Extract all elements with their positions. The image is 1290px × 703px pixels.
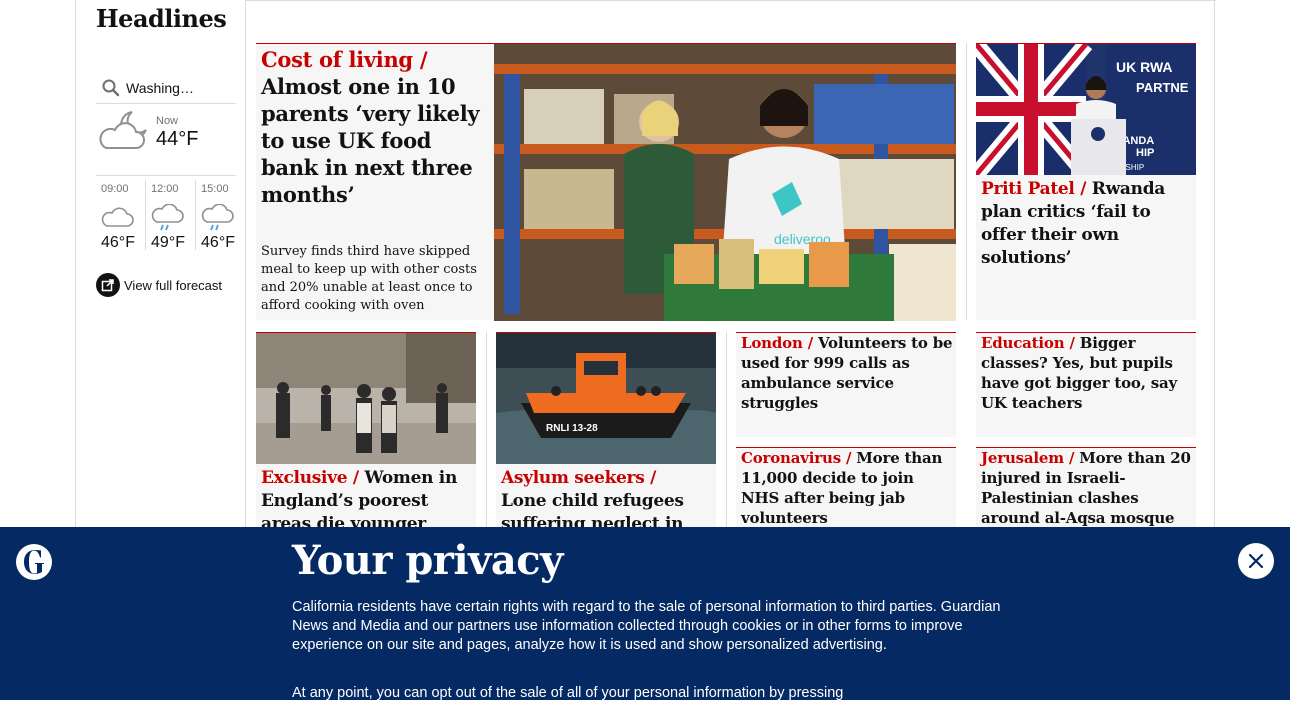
forecast-time: 12:00 bbox=[151, 183, 179, 195]
now-temperature: 44°F bbox=[156, 128, 199, 150]
weather-location-input[interactable]: Washing… bbox=[126, 80, 194, 96]
rain-cloud-icon bbox=[201, 204, 234, 231]
story-image-street[interactable] bbox=[256, 333, 476, 464]
close-icon bbox=[1248, 553, 1264, 569]
forecast-item: 15:00 46°F bbox=[196, 180, 246, 251]
forecast-temp: 46°F bbox=[201, 234, 235, 251]
story-image-lifeboat[interactable]: RNLI 13-28 bbox=[496, 333, 716, 464]
story-kicker: London bbox=[741, 334, 803, 352]
story-kicker: Coronavirus bbox=[741, 449, 841, 467]
story-kicker: Asylum seekers bbox=[501, 468, 645, 488]
main-story-card[interactable]: Cost of living / Almost one in 10 parent… bbox=[256, 43, 956, 321]
partly-cloudy-icon bbox=[99, 111, 147, 149]
cloud-icon bbox=[101, 207, 134, 227]
story-image-priti-patel[interactable]: UK RWA PARTNE UK RWANDA HIP PARTNERSHIP bbox=[976, 44, 1196, 175]
search-icon bbox=[102, 79, 120, 96]
story-headline-coronavirus[interactable]: Coronavirus / More than 11,000 decide to… bbox=[741, 448, 953, 528]
story-headline-london[interactable]: London / Volunteers to be used for 999 c… bbox=[741, 333, 953, 413]
story-kicker: Priti Patel bbox=[981, 179, 1075, 199]
external-link-icon bbox=[96, 273, 120, 297]
main-story-standfirst: Survey finds third have skipped meal to … bbox=[261, 244, 477, 313]
story-card-london[interactable]: London / Volunteers to be used for 999 c… bbox=[736, 332, 956, 437]
privacy-title: Your privacy bbox=[292, 537, 563, 584]
main-story-headline[interactable]: Cost of living / Almost one in 10 parent… bbox=[261, 46, 489, 208]
weather-now: Now 44°F bbox=[96, 106, 236, 176]
kicker-slash: / bbox=[419, 47, 428, 72]
now-label: Now bbox=[156, 115, 179, 127]
forecast-temp: 49°F bbox=[151, 234, 185, 251]
guardian-logo-icon bbox=[16, 544, 52, 580]
weather-location-search[interactable]: Washing… bbox=[96, 72, 236, 104]
hourly-forecast: 09:00 46°F 12:00 49°F 15:00 46°F bbox=[96, 180, 246, 252]
forecast-item: 12:00 49°F bbox=[146, 180, 197, 251]
forecast-temp: 46°F bbox=[101, 234, 135, 251]
story-kicker: Jerusalem bbox=[981, 449, 1064, 467]
view-full-forecast-label[interactable]: View full forecast bbox=[124, 278, 222, 293]
rain-cloud-icon bbox=[151, 204, 184, 231]
privacy-banner: Your privacy California residents have c… bbox=[0, 527, 1290, 701]
close-privacy-button[interactable] bbox=[1238, 543, 1274, 579]
story-card-priti-patel[interactable]: UK RWA PARTNE UK RWANDA HIP PARTNERSHIP … bbox=[976, 43, 1196, 320]
view-full-forecast-link[interactable]: View full forecast bbox=[96, 273, 222, 297]
story-kicker: Education bbox=[981, 334, 1065, 352]
forecast-time: 15:00 bbox=[201, 183, 229, 195]
image-caption-text: UK RWA bbox=[1116, 59, 1173, 75]
privacy-opt-out-text: At any point, you can opt out of the sal… bbox=[292, 685, 844, 701]
top-divider bbox=[246, 0, 1216, 1]
story-headline-priti-patel[interactable]: Priti Patel / Rwanda plan critics ‘fail … bbox=[981, 178, 1193, 270]
story-card-education[interactable]: Education / Bigger classes? Yes, but pup… bbox=[976, 332, 1196, 437]
main-story-title: Almost one in 10 parents ‘very likely to… bbox=[261, 74, 480, 207]
column-divider bbox=[966, 43, 967, 320]
image-caption-text: HIP bbox=[1136, 147, 1154, 159]
privacy-description: California residents have certain rights… bbox=[292, 599, 1001, 653]
story-headline-education[interactable]: Education / Bigger classes? Yes, but pup… bbox=[981, 333, 1193, 413]
section-title: Headlines bbox=[96, 4, 227, 33]
image-caption-text: PARTNE bbox=[1136, 80, 1189, 95]
main-story-image[interactable]: deliveroo bbox=[494, 44, 956, 321]
story-headline-jerusalem[interactable]: Jerusalem / More than 20 injured in Isra… bbox=[981, 448, 1193, 528]
main-story-kicker: Cost of living bbox=[261, 47, 413, 72]
lifeboat-number: RNLI 13-28 bbox=[546, 423, 598, 434]
story-kicker: Exclusive bbox=[261, 468, 348, 488]
forecast-item: 09:00 46°F bbox=[96, 180, 147, 251]
forecast-time: 09:00 bbox=[101, 183, 129, 195]
